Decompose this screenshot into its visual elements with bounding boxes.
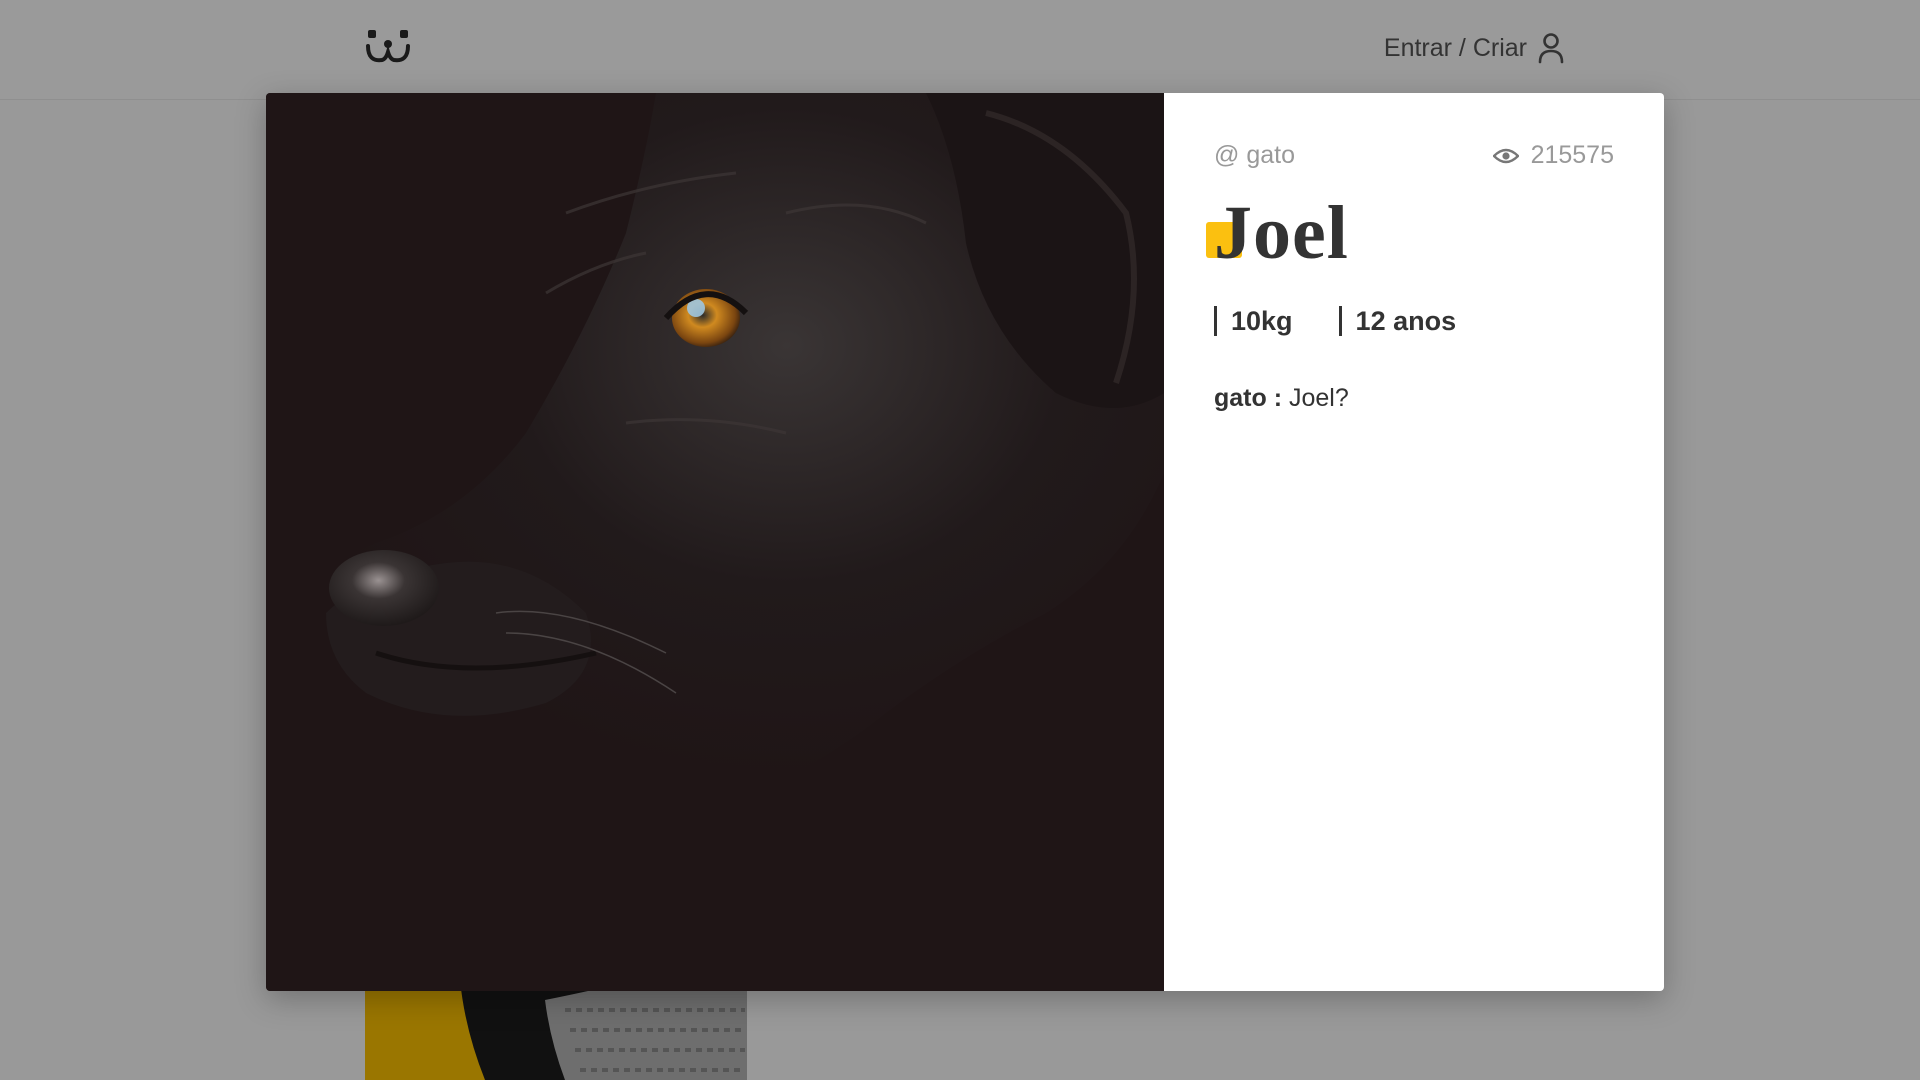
photo-title[interactable]: Joel bbox=[1214, 188, 1614, 278]
attribute-age: 12 anos bbox=[1338, 306, 1456, 336]
photo-info-panel: @ gato 215575 Joel 10kg 12 anos gato : J… bbox=[1164, 93, 1664, 991]
photo-attributes: 10kg 12 anos bbox=[1214, 306, 1614, 336]
site-header: Entrar / Criar bbox=[0, 0, 1920, 100]
login-label: Entrar / Criar bbox=[1383, 33, 1527, 62]
photo-modal: @ gato 215575 Joel 10kg 12 anos gato : J… bbox=[266, 93, 1664, 991]
photo-meta: @ gato 215575 bbox=[1214, 141, 1614, 170]
author-link[interactable]: @ gato bbox=[1214, 141, 1295, 170]
views-count: 215575 bbox=[1530, 141, 1614, 169]
eye-icon bbox=[1492, 148, 1519, 163]
dog-in-sweater-image bbox=[365, 980, 747, 1080]
comment-item: gato : Joel? bbox=[1214, 382, 1614, 414]
feed-photo-thumbnail[interactable] bbox=[365, 980, 747, 1080]
comment-author: gato : bbox=[1214, 384, 1283, 412]
title-wrapper: Joel bbox=[1206, 188, 1614, 278]
photo-image bbox=[266, 93, 1164, 991]
comments-list: gato : Joel? bbox=[1214, 382, 1614, 414]
login-link[interactable]: Entrar / Criar bbox=[1384, 32, 1565, 64]
views-counter: 215575 bbox=[1492, 141, 1614, 170]
black-dog-portrait-image bbox=[266, 93, 1164, 991]
user-icon bbox=[1538, 33, 1564, 64]
attribute-weight: 10kg bbox=[1214, 306, 1293, 336]
dog-face-logo-icon[interactable] bbox=[364, 26, 412, 66]
comment-text: Joel? bbox=[1282, 384, 1349, 412]
